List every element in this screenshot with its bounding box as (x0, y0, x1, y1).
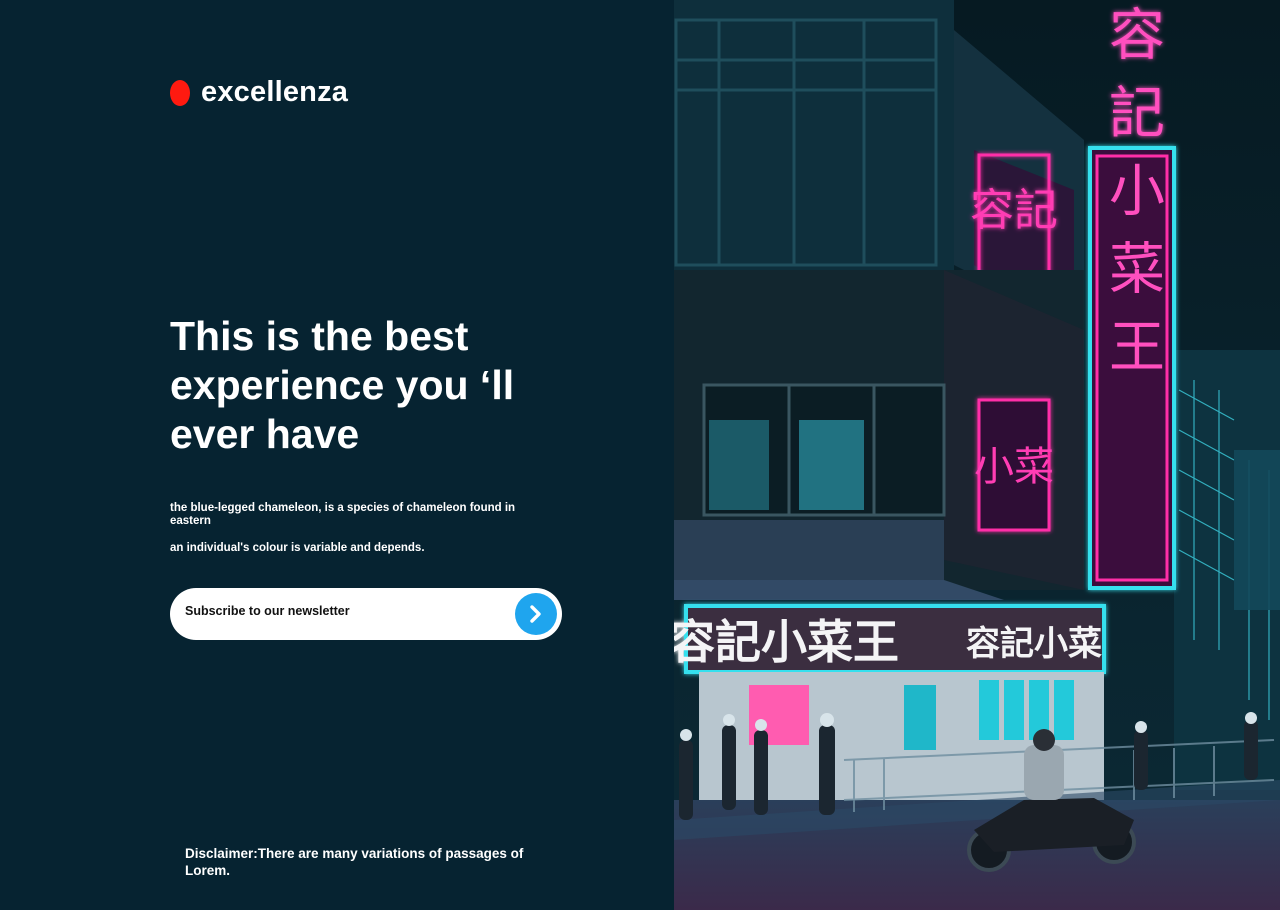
storefront-sign-main: 容記小菜王 (674, 615, 899, 669)
storefront-sign-small: 容記小菜 (966, 624, 1102, 664)
logo[interactable]: excellenza (170, 76, 348, 109)
hero-description-line2: an individual's colour is variable and d… (170, 542, 425, 554)
hero-headline: This is the best experience you ‘ll ever… (170, 313, 515, 457)
hero-description-line1: the blue-legged chameleon, is a species … (170, 502, 516, 527)
brand-name: excellenza (201, 76, 349, 108)
hero-photo: 容記 小菜 容記小菜王 容記小菜王 容記小菜 (674, 0, 1280, 910)
newsletter-submit-button[interactable] (515, 593, 557, 635)
neon-sign-vertical: 容記小菜王 (1100, 5, 1165, 395)
neon-sign-left-lower: 小菜 (974, 444, 1054, 490)
newsletter-subscribe-field[interactable]: Subscribe to our newsletter (170, 588, 562, 640)
neon-street-photo: 容記 小菜 容記小菜王 容記小菜王 容記小菜 (674, 0, 1280, 910)
left-panel: excellenza This is the best experience y… (0, 0, 674, 910)
logo-dot-icon (170, 79, 190, 106)
disclaimer: Disclaimer:There are many variations of … (185, 846, 524, 878)
neon-sign-left-upper: 容記 (970, 185, 1058, 236)
newsletter-label: Subscribe to our newsletter (185, 604, 350, 618)
chevron-right-icon (530, 605, 541, 623)
